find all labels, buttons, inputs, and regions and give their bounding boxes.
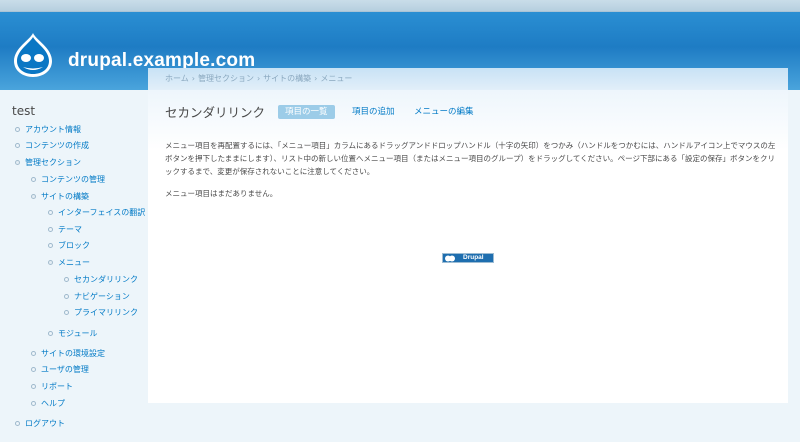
page-title: セカンダリリンク [165,105,266,120]
sidebar-item-label[interactable]: サイトの環境設定 [41,349,105,358]
sidebar-item-label[interactable]: 管理セクション [25,158,81,167]
breadcrumb-separator: › [256,74,261,83]
tab-list-items[interactable]: 項目の一覧 [278,105,335,119]
sidebar-item-label[interactable]: アカウント情報 [25,125,81,134]
bullet-icon [31,351,36,356]
sidebar-item-site-building[interactable]: サイトの構築 [31,191,89,203]
breadcrumb-link-administer[interactable]: 管理セクション [198,74,254,83]
sidebar-item-primary-links[interactable]: プライマリリンク [64,307,138,319]
sidebar-item-secondary-links[interactable]: セカンダリリンク [64,274,138,286]
powered-by-label: Drupal [463,254,484,261]
sidebar-item-reports[interactable]: リポート [31,381,73,393]
sidebar-item-site-configuration[interactable]: サイトの環境設定 [31,348,105,360]
sidebar-item-modules[interactable]: モジュール [48,328,97,340]
sidebar-item-label[interactable]: ブロック [58,241,90,250]
bullet-icon [15,421,20,426]
sidebar-item-create-content[interactable]: コンテンツの作成 [15,140,89,152]
sidebar-item-label[interactable]: ログアウト [25,419,65,428]
breadcrumb-separator: › [314,74,318,83]
breadcrumb-link-menus[interactable]: メニュー [320,74,352,83]
bullet-open-icon [15,160,20,165]
content-area [148,90,788,403]
sidebar-item-administer[interactable]: 管理セクション [15,157,81,169]
breadcrumb-bar: ホーム › 管理セクション › サイトの構築 › メニュー [148,68,788,90]
sidebar-item-label[interactable]: コンテンツの管理 [41,175,105,184]
breadcrumb-link-home[interactable]: ホーム [165,74,189,83]
sidebar-item-label[interactable]: メニュー [58,258,90,267]
sidebar-title: test [12,104,36,118]
sidebar-item-logout[interactable]: ログアウト [15,418,65,430]
sidebar-item-label[interactable]: リポート [41,382,73,391]
sidebar-item-label[interactable]: ヘルプ [41,399,65,408]
sidebar-item-label[interactable]: テーマ [58,225,82,234]
empty-message: メニュー項目はまだありません。 [165,189,278,198]
sidebar-item-label[interactable]: ナビゲーション [74,292,130,301]
bullet-open-icon [31,194,36,199]
powered-by-drupal-badge[interactable]: Drupal [442,253,494,263]
main-content: ホーム › 管理セクション › サイトの構築 › メニュー セカンダリリンク 項目の一覧 項… [148,68,788,403]
bullet-icon [48,243,53,248]
bullet-icon [31,367,36,372]
bullet-icon [48,210,53,215]
bullet-icon [31,401,36,406]
sidebar-item-menus[interactable]: メニュー [48,257,90,269]
breadcrumb-separator: › [191,74,195,83]
bullet-icon [48,331,53,336]
sidebar-item-help[interactable]: ヘルプ [31,398,65,410]
sidebar-item-label[interactable]: セカンダリリンク [74,275,138,284]
breadcrumb-link-site-building[interactable]: サイトの構築 [263,74,311,83]
tab-edit-menu[interactable]: メニューの編集 [414,105,474,119]
sidebar-item-themes[interactable]: テーマ [48,224,82,236]
sidebar-item-content-management[interactable]: コンテンツの管理 [31,174,105,186]
sidebar-item-label[interactable]: コンテンツの作成 [25,141,89,150]
sidebar-item-label[interactable]: ユーザの管理 [41,365,89,374]
bullet-icon [48,227,53,232]
bullet-icon [31,384,36,389]
sidebar-item-navigation[interactable]: ナビゲーション [64,291,130,303]
bullet-icon [31,177,36,182]
sidebar-item-user-management[interactable]: ユーザの管理 [31,364,89,376]
top-strip [0,0,800,12]
bullet-icon [64,310,69,315]
help-text: メニュー項目を再配置するには、「メニュー項目」カラムにあるドラッグアンドドロップ… [165,141,776,176]
sidebar-item-label[interactable]: プライマリリンク [74,308,138,317]
breadcrumb: ホーム › 管理セクション › サイトの構築 › メニュー [165,73,352,84]
bullet-icon [64,277,69,282]
bullet-icon [64,294,69,299]
bullet-open-icon [48,260,53,265]
sidebar-item-account[interactable]: アカウント情報 [15,124,81,136]
drupal-drop-icon [445,255,455,262]
sidebar-item-label[interactable]: インターフェイスの翻訳 [58,208,145,217]
drupal-logo-icon[interactable] [12,32,54,78]
tab-add-item[interactable]: 項目の追加 [352,105,395,119]
sidebar-item-label[interactable]: サイトの構築 [41,192,89,201]
sidebar-item-translate-interface[interactable]: インターフェイスの翻訳 [48,207,145,219]
sidebar-item-blocks[interactable]: ブロック [48,240,90,252]
sidebar-item-label[interactable]: モジュール [58,329,97,338]
bullet-icon [15,127,20,132]
bullet-icon [15,143,20,148]
